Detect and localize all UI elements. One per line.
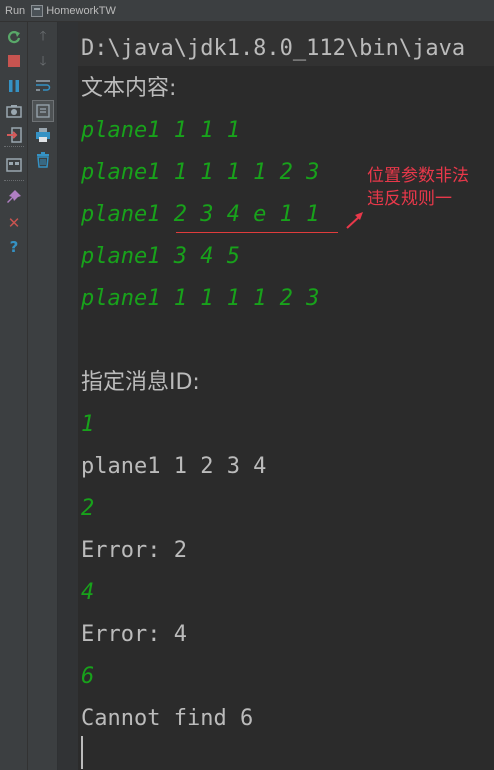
pin-icon[interactable]: [5, 188, 23, 206]
arrow-up-icon[interactable]: 🡑: [34, 27, 52, 45]
camera-icon[interactable]: [5, 102, 23, 120]
content-line: plane1 1 1 1: [81, 118, 240, 143]
content-line: plane1 3 4 5: [81, 244, 240, 269]
annotation-arrow: [346, 212, 363, 229]
content-line: plane1 2 3 4 e 1 1: [81, 202, 320, 227]
run-label: Run: [5, 4, 26, 17]
toolbar-separator: [4, 146, 24, 147]
user-input: 4: [81, 580, 95, 605]
run-toolbar-secondary: 🡑 🡓: [28, 22, 58, 770]
output-line: Error: 4: [81, 622, 187, 647]
output-line: Cannot find 6: [81, 706, 254, 731]
trash-icon[interactable]: [34, 151, 52, 169]
exit-icon[interactable]: [5, 126, 23, 144]
id-header: 指定消息ID:: [81, 370, 200, 395]
print-icon[interactable]: [34, 126, 52, 144]
annotation-line-1: 位置参数非法: [367, 166, 469, 186]
console-gutter: [58, 22, 78, 770]
content-header: 文本内容:: [81, 76, 177, 101]
scroll-to-end-icon[interactable]: [32, 100, 54, 122]
application-icon: [31, 4, 44, 17]
user-input: 2: [81, 496, 95, 521]
annotation-underline: [176, 232, 338, 233]
help-icon[interactable]: ?: [5, 238, 23, 256]
rerun-icon[interactable]: [5, 28, 23, 46]
output-line: plane1 1 2 3 4: [81, 454, 267, 479]
user-input: 6: [81, 664, 95, 689]
pause-icon[interactable]: [5, 77, 23, 95]
content-line: plane1 1 1 1 1 2 3: [81, 286, 320, 311]
annotation-note: 位置参数非法 违反规则一: [367, 165, 469, 211]
close-icon[interactable]: ✕: [5, 214, 23, 232]
user-input: 1: [81, 412, 95, 437]
stop-icon[interactable]: [5, 52, 23, 70]
command-line: D:\java\jdk1.8.0_112\bin\java: [81, 36, 466, 61]
arrow-down-icon[interactable]: 🡓: [34, 52, 52, 70]
toolbar-separator: [4, 180, 24, 181]
layout-icon[interactable]: [5, 156, 23, 174]
soft-wrap-icon[interactable]: [34, 77, 52, 95]
run-toolbar-primary: ✕ ?: [0, 22, 28, 770]
output-line: Error: 2: [81, 538, 187, 563]
content-line: plane1 1 1 1 1 2 3: [81, 160, 320, 185]
run-tab-bar: Run HomeworkTW: [0, 0, 494, 22]
annotation-line-2: 违反规则一: [367, 189, 452, 209]
run-config-tab[interactable]: HomeworkTW: [46, 5, 116, 17]
text-cursor: [81, 736, 83, 769]
